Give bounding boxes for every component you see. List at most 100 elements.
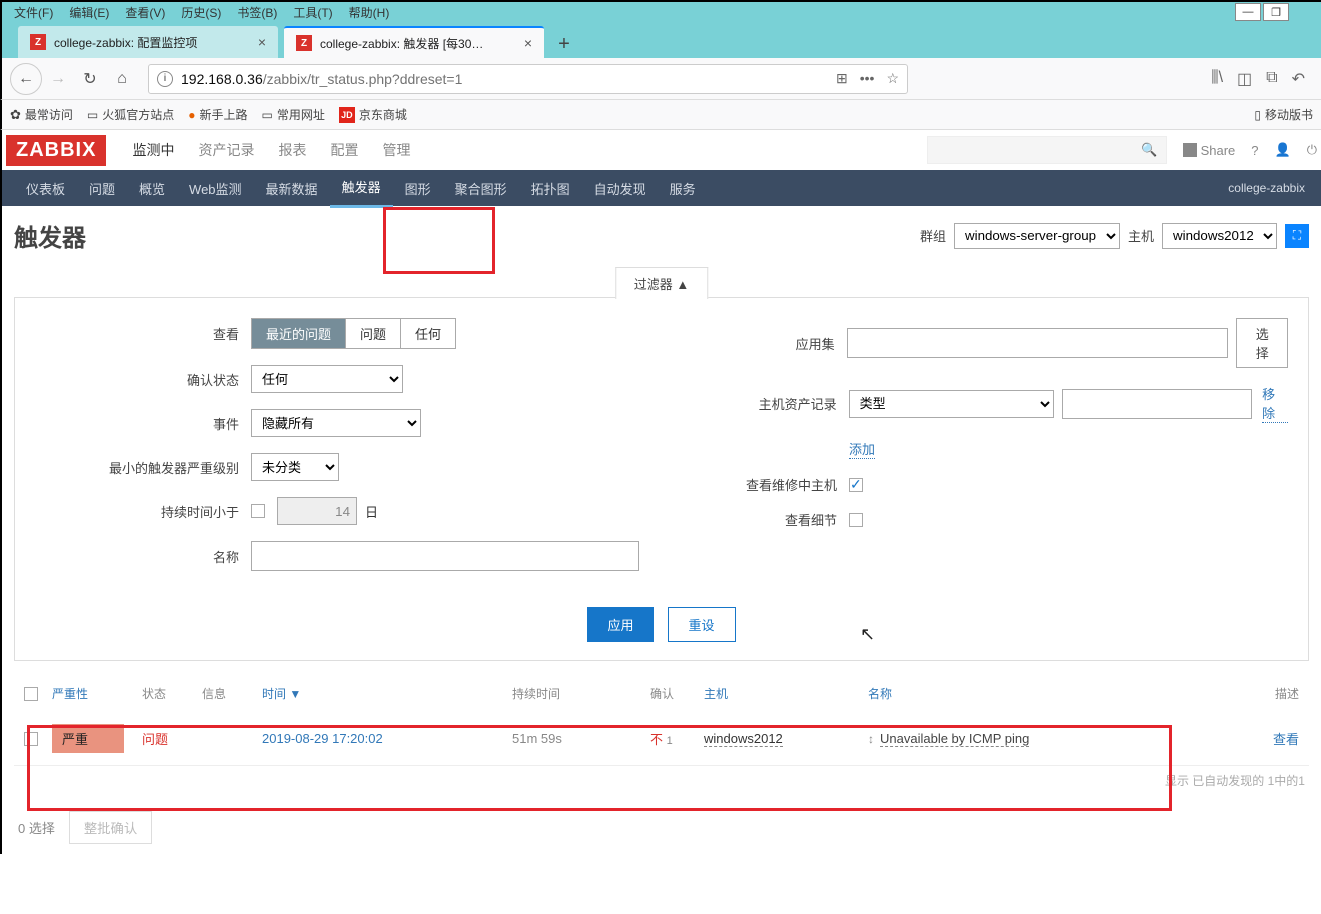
name-input[interactable] <box>251 541 639 571</box>
bookmark-firefox[interactable]: ▭火狐官方站点 <box>87 106 174 123</box>
view-opt-problems[interactable]: 问题 <box>346 319 401 348</box>
site-info-icon[interactable]: i <box>157 71 173 87</box>
appset-select-button[interactable]: 选择 <box>1236 318 1288 368</box>
trigger-name-link[interactable]: Unavailable by ICMP ping <box>880 731 1029 747</box>
nav-forward-button[interactable]: → <box>42 63 74 95</box>
status-text: 问题 <box>142 732 168 747</box>
filter-tab[interactable]: 过滤器 ▲ <box>615 267 708 299</box>
th-severity[interactable]: 严重性 <box>46 681 136 706</box>
sidebar-icon[interactable]: ◫ <box>1237 69 1252 89</box>
submenu-triggers[interactable]: 触发器 <box>330 168 393 208</box>
new-tab-button[interactable]: + <box>550 30 578 58</box>
zabbix-top-links: Share ? 👤 ⏻ <box>1183 142 1317 158</box>
view-opt-recent[interactable]: 最近的问题 <box>252 319 346 348</box>
menu-administration[interactable]: 管理 <box>380 132 412 168</box>
duration-input[interactable] <box>277 497 357 525</box>
nav-back-button[interactable]: ← <box>10 63 42 95</box>
th-time[interactable]: 时间 ▼ <box>256 681 506 706</box>
menu-configuration[interactable]: 配置 <box>328 132 360 168</box>
fullscreen-button[interactable]: ⛶ <box>1285 224 1309 248</box>
tab-close-icon[interactable]: × <box>258 34 266 50</box>
more-icon[interactable]: ••• <box>860 70 875 87</box>
bookmark-jd[interactable]: JD京东商城 <box>339 106 407 123</box>
tab-close-icon[interactable]: × <box>524 35 532 51</box>
submenu-overview[interactable]: 概览 <box>127 170 177 207</box>
user-icon[interactable]: 👤 <box>1275 142 1291 158</box>
browser-tab-2[interactable]: Z college-zabbix: 触发器 [每30… × <box>284 26 544 58</box>
zabbix-search[interactable]: 🔍 <box>927 136 1167 164</box>
menu-reports[interactable]: 报表 <box>276 132 308 168</box>
apply-button[interactable]: 应用 <box>587 607 653 642</box>
th-host[interactable]: 主机 <box>698 681 862 706</box>
min-severity-select[interactable]: 未分类 <box>251 453 339 481</box>
url-bar[interactable]: i 192.168.0.36/zabbix/tr_status.php?ddre… <box>148 64 908 94</box>
details-checkbox[interactable] <box>849 513 863 527</box>
qr-icon[interactable]: ⊞ <box>836 70 848 87</box>
submenu-maps[interactable]: 拓扑图 <box>519 170 582 207</box>
batch-ack-button[interactable]: 整批确认 <box>69 811 152 844</box>
bookmark-frequent[interactable]: ✿最常访问 <box>10 106 73 123</box>
submenu-web[interactable]: Web监测 <box>177 170 254 207</box>
browser-tab-1[interactable]: Z college-zabbix: 配置监控项 × <box>18 26 278 58</box>
ack-status-select[interactable]: 任何 <box>251 365 403 393</box>
host-select[interactable]: windows2012 <box>1162 223 1277 249</box>
menu-help[interactable]: 帮助(H) <box>341 4 398 21</box>
menu-edit[interactable]: 编辑(E) <box>61 4 117 21</box>
appset-input[interactable] <box>847 328 1229 358</box>
menu-tools[interactable]: 工具(T) <box>285 4 340 21</box>
breadcrumb: college-zabbix <box>1228 181 1309 195</box>
updown-icon: ↕ <box>868 732 874 746</box>
duration-checkbox[interactable] <box>251 504 265 518</box>
menu-monitoring[interactable]: 监测中 <box>130 132 176 168</box>
submenu-screens[interactable]: 聚合图形 <box>443 170 519 207</box>
submenu-services[interactable]: 服务 <box>658 170 708 207</box>
menu-file[interactable]: 文件(F) <box>6 4 61 21</box>
bookmark-star-icon[interactable]: ☆ <box>886 70 899 87</box>
help-icon[interactable]: ? <box>1251 143 1258 158</box>
addons-icon[interactable]: ⧉ <box>1266 69 1277 89</box>
undo-icon[interactable]: ↶ <box>1292 69 1305 89</box>
menu-bookmarks[interactable]: 书签(B) <box>229 4 285 21</box>
share-link[interactable]: Share <box>1183 143 1236 158</box>
bookmark-mobile[interactable]: ▯移动版书 <box>1254 106 1313 123</box>
nav-reload-button[interactable]: ↻ <box>74 63 106 95</box>
inventory-type-select[interactable]: 类型 <box>849 390 1054 418</box>
desc-link[interactable]: 查看 <box>1273 732 1299 747</box>
inventory-remove-link[interactable]: 移除 <box>1262 384 1288 423</box>
submenu-latest[interactable]: 最新数据 <box>254 170 330 207</box>
menu-history[interactable]: 历史(S) <box>173 4 229 21</box>
min-severity-label: 最小的触发器严重级别 <box>35 458 251 477</box>
th-status[interactable]: 状态 <box>136 681 196 706</box>
library-icon[interactable]: ⫼\ <box>1211 69 1223 89</box>
select-all-checkbox[interactable] <box>24 687 38 701</box>
submenu-problems[interactable]: 问题 <box>77 170 127 207</box>
host-link[interactable]: windows2012 <box>704 731 783 747</box>
submenu-discovery[interactable]: 自动发现 <box>582 170 658 207</box>
severity-badge: 严重 <box>52 724 124 753</box>
inventory-value-input[interactable] <box>1062 389 1252 419</box>
inventory-add-link[interactable]: 添加 <box>849 439 875 459</box>
menu-inventory[interactable]: 资产记录 <box>196 132 256 168</box>
events-select[interactable]: 隐藏所有 <box>251 409 421 437</box>
logout-icon[interactable]: ⏻ <box>1307 142 1317 158</box>
row-checkbox[interactable] <box>24 732 38 746</box>
zabbix-logo[interactable]: ZABBIX <box>6 135 106 166</box>
maintenance-checkbox[interactable]: ✓ <box>849 478 863 492</box>
submenu-dashboard[interactable]: 仪表板 <box>14 170 77 207</box>
ack-link[interactable]: 不 1 <box>650 732 673 747</box>
submenu-graphs[interactable]: 图形 <box>393 170 443 207</box>
nav-home-button[interactable]: ⌂ <box>106 63 138 95</box>
th-name[interactable]: 名称 <box>862 681 1174 706</box>
menu-view[interactable]: 查看(V) <box>117 4 173 21</box>
window-maximize[interactable]: ❐ <box>1263 3 1289 21</box>
bookmark-getting-started[interactable]: ●新手上路 <box>188 106 247 123</box>
bookmark-common[interactable]: ▭常用网址 <box>262 106 325 123</box>
window-minimize[interactable]: — <box>1235 3 1261 21</box>
reset-button[interactable]: 重设 <box>668 607 736 642</box>
time-link[interactable]: 2019-08-29 17:20:02 <box>262 731 383 746</box>
table-header: 严重性 状态 信息 时间 ▼ 持续时间 确认 主机 名称 描述 <box>14 675 1309 712</box>
folder-icon: ▭ <box>87 108 98 122</box>
group-select[interactable]: windows-server-group <box>954 223 1120 249</box>
th-ack: 确认 <box>644 681 698 706</box>
view-opt-any[interactable]: 任何 <box>401 319 455 348</box>
